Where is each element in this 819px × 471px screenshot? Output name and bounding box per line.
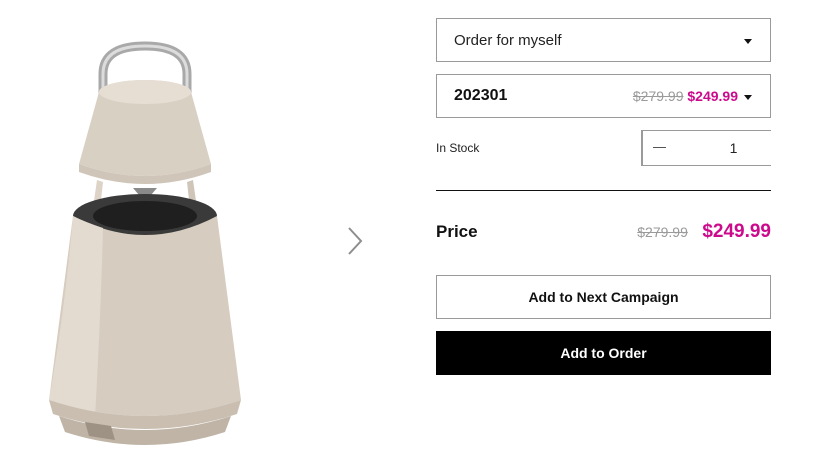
- minus-icon: [653, 147, 666, 148]
- sku-prices: $279.99 $249.99: [633, 88, 738, 104]
- quantity-stepper: [641, 130, 819, 166]
- stock-quantity-row: In Stock: [436, 130, 819, 168]
- quantity-input[interactable]: [643, 131, 819, 165]
- add-to-order-button[interactable]: Add to Order: [436, 331, 771, 375]
- sku-sale-price: $249.99: [687, 88, 738, 104]
- decrease-quantity-button[interactable]: [642, 131, 666, 165]
- sale-price: $249.99: [702, 221, 771, 242]
- product-image: [49, 41, 241, 445]
- price-label: Price: [436, 222, 478, 241]
- caret-down-icon: [744, 39, 752, 44]
- sku-dropdown[interactable]: 202301 $279.99 $249.99: [436, 74, 771, 118]
- purchase-option-label: Order for myself: [454, 32, 562, 49]
- price-values: $279.99 $249.99: [637, 221, 771, 243]
- stock-status: In Stock: [436, 141, 480, 155]
- chevron-right-icon[interactable]: [340, 222, 368, 260]
- sku-original-price: $279.99: [632, 88, 684, 104]
- product-options-panel: Order for myself 202301 $279.99 $249.99 …: [436, 18, 819, 375]
- sku-code: 202301: [454, 87, 508, 104]
- purchase-option-dropdown[interactable]: Order for myself: [436, 18, 771, 62]
- original-price: $279.99: [637, 224, 688, 240]
- divider: [436, 190, 771, 191]
- add-to-next-campaign-button[interactable]: Add to Next Campaign: [436, 275, 771, 319]
- price-row: Price $279.99 $249.99: [436, 219, 771, 259]
- caret-down-icon: [744, 95, 752, 100]
